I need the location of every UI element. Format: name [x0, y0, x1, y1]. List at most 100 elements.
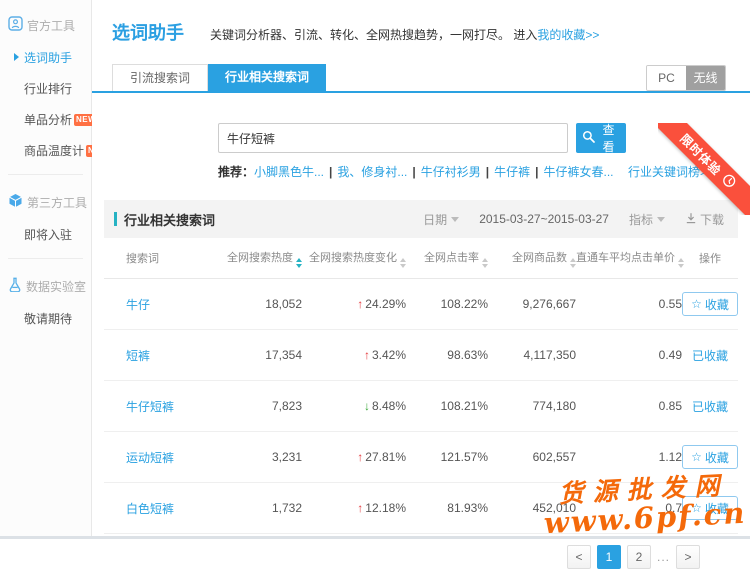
column-header-label: 操作	[699, 253, 721, 265]
collected-label: 已收藏	[692, 400, 728, 414]
search-hot-cell: 3,231	[222, 450, 302, 464]
pagination-ellipsis: ...	[657, 550, 670, 564]
action-cell: 已收藏	[682, 398, 738, 415]
collect-button[interactable]: ☆收藏	[682, 496, 738, 520]
pagination: <12... >	[104, 534, 738, 581]
date-range-value: 2015-03-27~2015-03-27	[479, 212, 609, 226]
toggle-option-PC[interactable]: PC	[647, 66, 686, 90]
ctr-cell: 121.57%	[406, 450, 488, 464]
hot-change-value: 12.18%	[365, 501, 406, 515]
hot-change-value: 3.42%	[372, 348, 406, 362]
clock-icon	[717, 170, 739, 192]
hot-change-cell: ↓8.48%	[302, 399, 406, 413]
column-header-全网点击率[interactable]: 全网点击率	[406, 249, 488, 268]
hot-change-value: 24.29%	[365, 297, 406, 311]
section-header: 行业相关搜索词 日期 2015-03-27~2015-03-27 指标 下载	[104, 200, 738, 238]
keyword-link[interactable]: 牛仔	[126, 298, 150, 312]
sidebar-divider	[8, 258, 83, 259]
trend-up-icon: ↑	[357, 450, 363, 464]
table-row: 牛仔短裤7,823↓8.48%108.21%774,1800.85已收藏	[104, 381, 738, 432]
column-header-label: 全网搜索热度变化	[309, 252, 397, 264]
products-cell: 4,117,350	[488, 348, 576, 362]
recommend-separator: |	[329, 165, 332, 179]
sidebar-item-label: 单品分析	[24, 113, 72, 127]
sidebar-group-label: 官方工具	[27, 17, 75, 34]
collect-button-label: 收藏	[705, 500, 729, 517]
column-header-全网搜索热度[interactable]: 全网搜索热度	[222, 249, 302, 268]
device-toggle: PC无线	[646, 65, 726, 91]
products-cell: 774,180	[488, 399, 576, 413]
sidebar-group-title: 官方工具	[0, 6, 91, 42]
hot-change-cell: ↑12.18%	[302, 501, 406, 515]
keyword-cell: 短裤	[104, 347, 222, 364]
next-page-button[interactable]: >	[676, 545, 700, 569]
keyword-link[interactable]: 牛仔短裤	[126, 400, 174, 414]
table-row: 牛仔18,052↑24.29%108.22%9,276,6670.55☆收藏	[104, 279, 738, 330]
hot-change-cell: ↑27.81%	[302, 450, 406, 464]
action-cell: 已收藏	[682, 347, 738, 364]
column-header-label: 全网搜索热度	[227, 252, 293, 264]
sidebar-item-选词助手[interactable]: 选词助手	[0, 42, 91, 73]
action-cell: ☆收藏	[682, 496, 738, 520]
star-icon: ☆	[691, 451, 702, 463]
trend-up-icon: ↑	[364, 348, 370, 362]
table-header-row: 搜索词全网搜索热度 全网搜索热度变化 全网点击率 全网商品数直通车平均点击单价 操作	[104, 238, 738, 279]
sidebar-item-即将入驻[interactable]: 即将入驻	[0, 219, 91, 250]
sidebar-item-行业排行[interactable]: 行业排行	[0, 73, 91, 104]
action-cell: ☆收藏	[682, 292, 738, 316]
sidebar-item-敬请期待[interactable]: 敬请期待	[0, 303, 91, 334]
recommend-link[interactable]: 我、修身衬...	[337, 165, 407, 179]
column-header-搜索词: 搜索词	[104, 250, 222, 266]
recommend-link[interactable]: 牛仔裤女春...	[544, 165, 614, 179]
hot-change-value: 27.81%	[365, 450, 406, 464]
cube-icon	[8, 193, 23, 211]
related-keywords-table: 搜索词全网搜索热度 全网搜索热度变化 全网点击率 全网商品数直通车平均点击单价 操作 牛…	[104, 238, 738, 581]
date-filter-dropdown[interactable]: 日期	[423, 211, 459, 228]
sidebar-item-商品温度计[interactable]: 商品温度计NEW	[0, 135, 91, 166]
page-button-2[interactable]: 2	[627, 545, 651, 569]
tab-引流搜索词[interactable]: 引流搜索词	[112, 64, 208, 91]
tab-行业相关搜索词[interactable]: 行业相关搜索词	[208, 64, 326, 91]
products-cell: 9,276,667	[488, 297, 576, 311]
keyword-link[interactable]: 短裤	[126, 349, 150, 363]
keyword-cell: 牛仔	[104, 296, 222, 313]
keyword-cell: 牛仔短裤	[104, 398, 222, 415]
limited-trial-ribbon[interactable]: 限时体验	[658, 123, 750, 215]
table-row: 白色短裤1,732↑12.18%81.93%452,0100.7☆收藏	[104, 483, 738, 534]
chevron-down-icon	[657, 217, 665, 222]
search-button-label: 查看	[597, 121, 620, 155]
recommend-link[interactable]: 牛仔衬衫男	[421, 165, 481, 179]
search-hot-cell: 17,354	[222, 348, 302, 362]
recommend-link[interactable]: 小脚黑色牛...	[254, 165, 324, 179]
sidebar-divider	[8, 174, 83, 175]
recommend-link[interactable]: 牛仔裤	[494, 165, 530, 179]
my-favorites-link[interactable]: 我的收藏>>	[537, 28, 599, 42]
keyword-link[interactable]: 白色短裤	[126, 502, 174, 516]
search-hot-cell: 18,052	[222, 297, 302, 311]
prev-page-button[interactable]: <	[567, 545, 591, 569]
ctr-cell: 108.21%	[406, 399, 488, 413]
hot-change-cell: ↑3.42%	[302, 348, 406, 362]
column-header-label: 全网商品数	[512, 252, 567, 264]
collect-button[interactable]: ☆收藏	[682, 292, 738, 316]
main-content: 选词助手 关键词分析器、引流、转化、全网热搜趋势，一网打尽。 进入我的收藏>> …	[92, 0, 750, 536]
sidebar-group-title: 第三方工具	[0, 183, 91, 219]
collect-button[interactable]: ☆收藏	[682, 445, 738, 469]
column-header-全网商品数[interactable]: 全网商品数	[488, 249, 576, 268]
page-header: 选词助手 关键词分析器、引流、转化、全网热搜趋势，一网打尽。 进入我的收藏>>	[92, 0, 750, 64]
toggle-option-无线[interactable]: 无线	[686, 66, 725, 90]
keyword-input[interactable]	[218, 123, 568, 153]
column-header-label: 全网点击率	[424, 252, 479, 264]
column-header-直通车平均点击单价[interactable]: 直通车平均点击单价	[576, 249, 682, 268]
search-button[interactable]: 查看	[576, 123, 626, 153]
collect-button-label: 收藏	[705, 296, 729, 313]
page-button-1[interactable]: 1	[597, 545, 621, 569]
ctr-cell: 108.22%	[406, 297, 488, 311]
sidebar-item-label: 即将入驻	[24, 228, 72, 242]
action-cell: ☆收藏	[682, 445, 738, 469]
column-header-全网搜索热度变化[interactable]: 全网搜索热度变化	[302, 249, 406, 268]
keyword-link[interactable]: 运动短裤	[126, 451, 174, 465]
search-hot-cell: 7,823	[222, 399, 302, 413]
ribbon-label: 限时体验	[677, 130, 726, 179]
sidebar-item-单品分析[interactable]: 单品分析NEW	[0, 104, 91, 135]
